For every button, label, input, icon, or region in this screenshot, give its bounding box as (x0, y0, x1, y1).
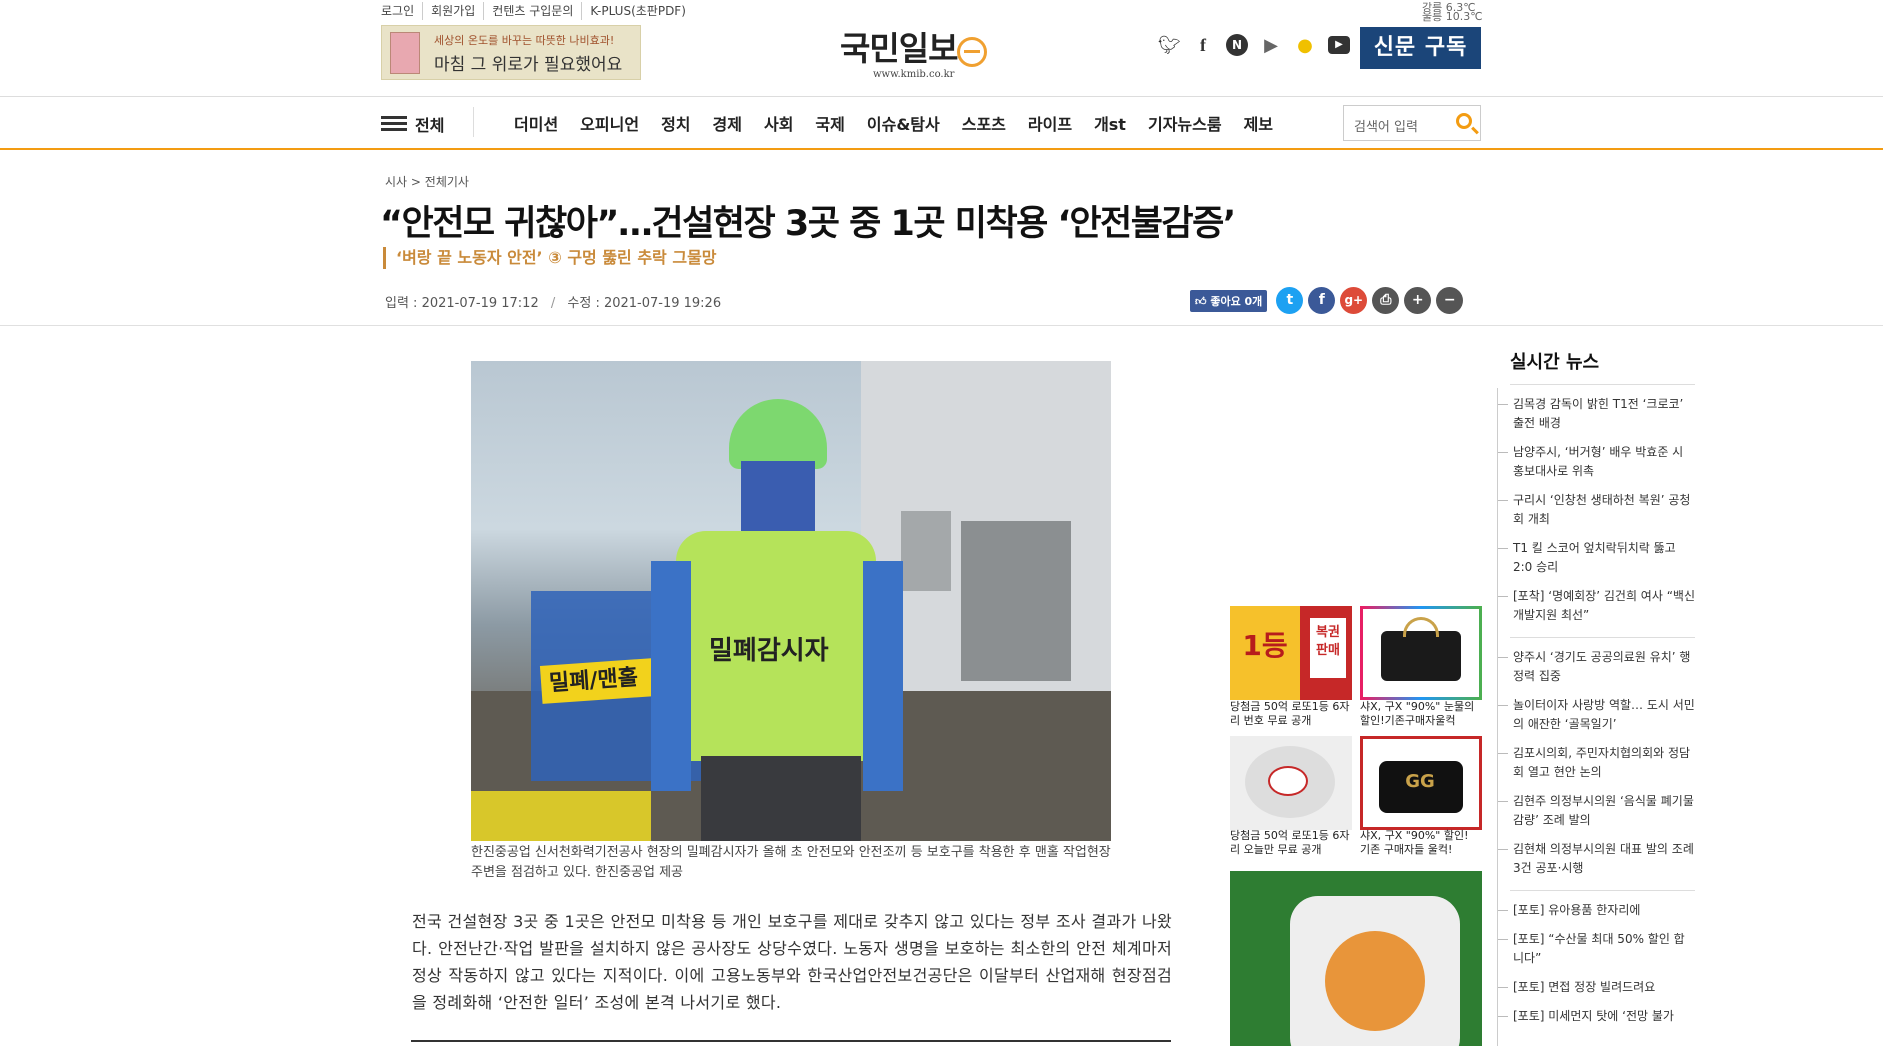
font-increase-icon[interactable]: + (1404, 287, 1432, 314)
article-subtitle: ‘벼랑 끝 노동자 안전’ ③ 구멍 뚫린 추락 그물망 (383, 247, 717, 269)
kplus-link[interactable]: K-PLUS(초판PDF) (581, 2, 694, 20)
font-decrease-icon[interactable]: − (1436, 287, 1464, 314)
realtime-item[interactable]: 남양주시, ‘버거형’ 배우 박효준 시 홍보대사로 위촉 (1498, 443, 1695, 481)
realtime-item[interactable]: [포토] 미세먼지 탓에 ‘전망 불가 (1498, 1007, 1695, 1026)
input-date: 입력 : 2021-07-19 17:12 (385, 296, 539, 311)
nav-item-report[interactable]: 제보 (1244, 111, 1273, 135)
realtime-item[interactable]: 김목경 감독이 밝힌 T1전 ‘크로코’ 출전 배경 (1498, 395, 1695, 433)
ad-lotto-2-caption[interactable]: 당첨금 50억 로또1등 6자리 오늘만 무료 공개 (1230, 829, 1352, 857)
book-image (390, 32, 420, 74)
realtime-item[interactable]: T1 킬 스코어 엎치락뒤치락 뚫고 2:0 승리 (1498, 539, 1695, 577)
hamburger-icon (381, 116, 407, 132)
body-divider (411, 1040, 1171, 1042)
ad-bag-1-caption[interactable]: 샤X, 구X "90%" 눈물의 할인!기존구매자울컥 (1360, 700, 1482, 728)
twitter-share-icon[interactable]: t (1276, 287, 1304, 314)
realtime-group-2: 양주시 ‘경기도 공공의료원 유치’ 행정력 집중 놀이터이자 사랑방 역할… … (1498, 648, 1695, 878)
edit-date: 수정 : 2021-07-19 19:26 (567, 296, 722, 311)
login-link[interactable]: 로그인 (381, 2, 422, 20)
breadcrumb: 시사 > 전체기사 (385, 175, 469, 189)
realtime-divider (1510, 890, 1695, 891)
realtime-title: 실시간 뉴스 (1510, 348, 1695, 385)
article-photo: 밀폐/맨홀 밀폐감시자 (471, 361, 1111, 841)
nav-item-opinion[interactable]: 오피니언 (580, 111, 639, 135)
realtime-item[interactable]: 놀이터이자 사랑방 역할… 도시 서민의 애잔한 ‘골목일기’ (1498, 696, 1695, 734)
ad-shiba[interactable] (1230, 871, 1482, 1046)
realtime-divider (1510, 637, 1695, 638)
ad-bag-logo: GG (1405, 771, 1435, 792)
logo-url: www.kmib.co.kr (872, 68, 955, 80)
nav-item-society[interactable]: 사회 (764, 111, 793, 135)
nav-item-sports[interactable]: 스포츠 (962, 111, 1006, 135)
ad-lotto-1-caption[interactable]: 당첨금 50억 로또1등 6자리 번호 무료 공개 (1230, 700, 1352, 728)
facebook-icon[interactable]: f (1192, 35, 1214, 56)
photo-caption: 한진중공업 신서천화력기전공사 현장의 밀폐감시자가 올해 초 안전모와 안전조… (471, 845, 1111, 880)
nav-item-economy[interactable]: 경제 (713, 111, 742, 135)
youtube-icon[interactable]: ▶ (1328, 36, 1350, 54)
nav-item-issue[interactable]: 이슈&탐사 (867, 111, 940, 135)
banner-line2: 마침 그 위로가 필요했어요 (434, 55, 623, 75)
site-logo[interactable]: 국민일보 www.kmib.co.kr (840, 22, 988, 80)
weather-ticker: 강릉 6.3℃ 울릉 10.3℃ (1422, 2, 1483, 22)
share-bar: 👍︎ 좋아요 0개 t f g+ ⎙ + − (1190, 287, 1464, 314)
nav-item-gaest[interactable]: 개st (1094, 111, 1126, 135)
facebook-share-icon[interactable]: f (1308, 287, 1336, 314)
realtime-news: 실시간 뉴스 김목경 감독이 밝힌 T1전 ‘크로코’ 출전 배경 남양주시, … (1498, 348, 1695, 1026)
article-title: “안전모 귀찮아”…건설현장 3곳 중 1곳 미착용 ‘안전불감증’ (380, 204, 1236, 244)
realtime-item[interactable]: 김현채 의정부시의원 대표 발의 조례 3건 공포·시행 (1498, 840, 1695, 878)
photo-vest: 밀폐감시자 (709, 636, 829, 666)
nav-divider (473, 107, 474, 137)
content-inquiry-link[interactable]: 컨텐츠 구입문의 (483, 2, 581, 20)
logo-name: 국민일보 (840, 29, 958, 68)
facebook-like-button[interactable]: 👍︎ 좋아요 0개 (1190, 289, 1268, 312)
realtime-group-1: 김목경 감독이 밝힌 T1전 ‘크로코’ 출전 배경 남양주시, ‘버거형’ 배… (1498, 395, 1695, 625)
search-placeholder: 검색어 입력 (1354, 120, 1418, 135)
nav-items: 더미션 오피니언 정치 경제 사회 국제 이슈&탐사 스포츠 라이프 개st 기… (514, 111, 1273, 135)
ad-bag-1[interactable] (1360, 606, 1482, 700)
social-links: 🐦︎ f N ▶ ● ▶ (1158, 34, 1350, 56)
like-count: 좋아요 0개 (1210, 294, 1263, 308)
print-icon[interactable]: ⎙ (1372, 287, 1400, 314)
nav-item-newsroom[interactable]: 기자뉴스룸 (1148, 111, 1222, 135)
main-nav: 전체 더미션 오피니언 정치 경제 사회 국제 이슈&탐사 스포츠 라이프 개s… (0, 96, 1883, 150)
nav-item-mission[interactable]: 더미션 (514, 111, 558, 135)
realtime-item[interactable]: [포착] ‘명예회장’ 김건희 여사 “백신 개발지원 최선” (1498, 587, 1695, 625)
breadcrumb-sub[interactable]: 전체기사 (425, 175, 469, 189)
header-divider (0, 325, 1883, 326)
banner-line1: 세상의 온도를 바꾸는 따뜻한 나비효과! (434, 34, 615, 47)
twitter-icon[interactable]: 🐦︎ (1158, 35, 1181, 56)
realtime-item[interactable]: [포토] 유아용품 한자리에 (1498, 901, 1695, 920)
realtime-item[interactable]: 김현주 의정부시의원 ‘음식물 폐기물 감량’ 조례 발의 (1498, 792, 1695, 830)
all-menu-button[interactable]: 전체 (381, 112, 444, 136)
top-banner-ad[interactable]: 세상의 온도를 바꾸는 따뜻한 나비효과! 마침 그 위로가 필요했어요 (381, 25, 641, 80)
realtime-timeline (1497, 388, 1498, 1046)
util-links: 로그인 회원가입 컨텐츠 구입문의 K-PLUS(초판PDF) (381, 2, 694, 20)
googleplus-share-icon[interactable]: g+ (1340, 287, 1368, 314)
ad-bag-2-caption[interactable]: 샤X, 구X "90%" 할인! 기존 구매자들 울컥! (1360, 829, 1482, 857)
signup-link[interactable]: 회원가입 (422, 2, 483, 20)
weather-line2: 울릉 10.3℃ (1422, 10, 1483, 23)
realtime-item[interactable]: [포토] “수산물 최대 50% 할인 합니다” (1498, 930, 1695, 968)
kakao-icon[interactable]: ● (1294, 35, 1316, 56)
realtime-item[interactable]: [포토] 면접 정장 빌려드려요 (1498, 978, 1695, 997)
all-menu-label: 전체 (415, 116, 445, 135)
subscribe-button[interactable]: 신문 구독 (1360, 27, 1481, 69)
logo-mark-icon (957, 36, 988, 67)
search-icon[interactable] (1456, 113, 1472, 129)
ad-bag-2[interactable]: GG (1360, 736, 1482, 830)
realtime-group-3: [포토] 유아용품 한자리에 [포토] “수산물 최대 50% 할인 합니다” … (1498, 901, 1695, 1026)
nav-item-international[interactable]: 국제 (815, 111, 844, 135)
article-body: 전국 건설현장 3곳 중 1곳은 안전모 미착용 등 개인 보호구를 제대로 갖… (412, 912, 1172, 1012)
naver-icon[interactable]: N (1226, 34, 1248, 56)
nav-item-politics[interactable]: 정치 (661, 111, 690, 135)
play-icon[interactable]: ▶ (1260, 35, 1282, 56)
breadcrumb-section[interactable]: 시사 (385, 175, 407, 189)
realtime-item[interactable]: 김포시의회, 주민자치협의회와 정담회 열고 현안 논의 (1498, 744, 1695, 782)
realtime-item[interactable]: 양주시 ‘경기도 공공의료원 유치’ 행정력 집중 (1498, 648, 1695, 686)
article-dates: 입력 : 2021-07-19 17:12 / 수정 : 2021-07-19 … (385, 296, 722, 311)
search-input[interactable]: 검색어 입력 (1343, 105, 1481, 141)
ad-lotto-2[interactable] (1230, 736, 1352, 830)
nav-item-life[interactable]: 라이프 (1028, 111, 1072, 135)
realtime-item[interactable]: 구리시 ‘인창천 생태하천 복원’ 공청회 개최 (1498, 491, 1695, 529)
ad-lotto-1[interactable]: 1등 복권 판매 (1230, 606, 1352, 700)
